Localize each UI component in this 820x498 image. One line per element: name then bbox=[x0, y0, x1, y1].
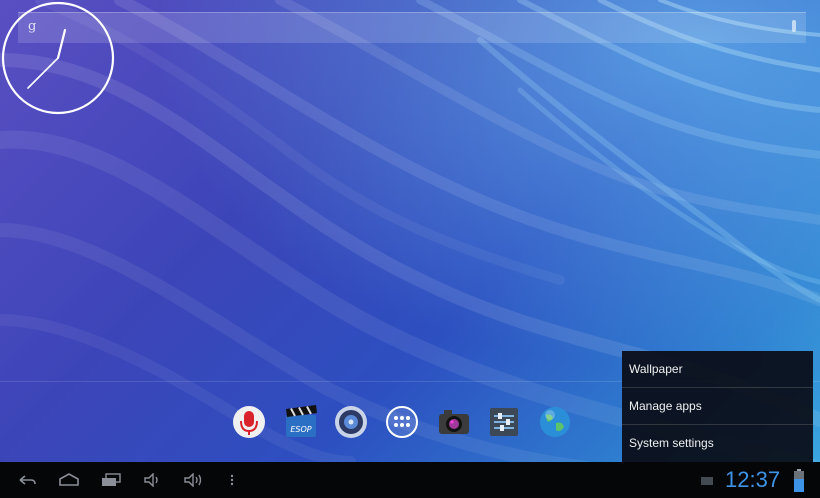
back-icon[interactable] bbox=[16, 471, 38, 489]
battery-icon[interactable] bbox=[792, 468, 806, 494]
globe-icon[interactable] bbox=[538, 405, 578, 445]
analog-clock-widget[interactable] bbox=[0, 0, 116, 116]
clapperboard-icon[interactable]: ESOP bbox=[283, 405, 323, 445]
menu-item-wallpaper[interactable]: Wallpaper bbox=[622, 351, 813, 388]
microphone-icon[interactable] bbox=[232, 405, 272, 445]
grid-dots-icon[interactable] bbox=[385, 405, 425, 445]
camera-icon[interactable] bbox=[436, 405, 476, 445]
volume-up-icon[interactable] bbox=[182, 471, 206, 489]
volume-down-icon[interactable] bbox=[142, 471, 162, 489]
menu-item-system-settings[interactable]: System settings bbox=[622, 425, 813, 462]
menu-overflow-icon[interactable] bbox=[228, 471, 236, 489]
voice-search-icon[interactable] bbox=[792, 20, 796, 32]
speaker-icon[interactable] bbox=[334, 405, 374, 445]
home-icon[interactable] bbox=[56, 471, 82, 489]
recent-apps-icon[interactable] bbox=[98, 471, 124, 489]
svg-text:ESOP: ESOP bbox=[290, 425, 311, 434]
menu-item-manage-apps[interactable]: Manage apps bbox=[622, 388, 813, 425]
status-clock[interactable]: 12:37 bbox=[725, 467, 780, 493]
sliders-icon[interactable] bbox=[487, 405, 527, 445]
app-dock: ESOP bbox=[232, 402, 578, 448]
home-context-menu: Wallpaper Manage apps System settings bbox=[622, 351, 813, 462]
notification-icon[interactable] bbox=[699, 471, 715, 489]
google-search-bar[interactable]: g bbox=[18, 12, 806, 43]
system-navigation-bar: 12:37 bbox=[0, 462, 820, 498]
home-wallpaper: g ESOP Wallpaper Manage apps System sett… bbox=[0, 0, 820, 462]
